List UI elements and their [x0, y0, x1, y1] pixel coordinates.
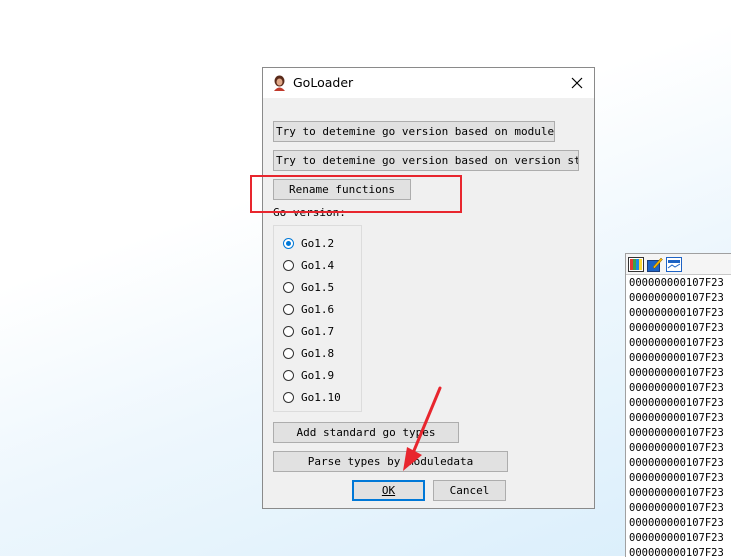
hex-address-line[interactable]: 000000000107F23 [629, 306, 731, 321]
hex-address-line[interactable]: 000000000107F23 [629, 336, 731, 351]
try-version-string-button[interactable]: Try to detemine go version based on vers… [273, 150, 579, 171]
radio-go1-6[interactable]: Go1.6 [283, 300, 334, 318]
radio-go1-4[interactable]: Go1.4 [283, 256, 334, 274]
highlight-rectangle [250, 175, 462, 213]
try-version-string-label: Try to detemine go version based on vers… [276, 154, 579, 167]
hex-address-line[interactable]: 000000000107F23 [629, 381, 731, 396]
version-radio-group: Go1.2 Go1.4 Go1.5 Go1.6 Go1.7 Go1.8 Go1.… [273, 225, 362, 412]
radio-button[interactable] [283, 281, 294, 293]
color-palette-icon[interactable] [628, 256, 644, 272]
hex-address-line[interactable]: 000000000107F23 [629, 411, 731, 426]
hex-address-line[interactable]: 000000000107F23 [629, 486, 731, 501]
radio-label: Go1.7 [301, 324, 335, 338]
radio-go1-8[interactable]: Go1.8 [283, 344, 334, 362]
radio-go1-2[interactable]: Go1.2 [283, 234, 334, 252]
hex-address-line[interactable]: 000000000107F23 [629, 516, 731, 531]
radio-label: Go1.10 [301, 390, 341, 404]
dialog-title: GoLoader [293, 75, 354, 90]
cancel-button[interactable]: Cancel [433, 480, 506, 501]
radio-button[interactable] [283, 259, 294, 271]
ok-label: OK [381, 484, 396, 497]
radio-go1-7[interactable]: Go1.7 [283, 322, 334, 340]
hex-address-line[interactable]: 000000000107F23 [629, 276, 731, 291]
hex-view-panel: 000000000107F23 000000000107F23 00000000… [625, 253, 731, 557]
hex-address-line[interactable]: 000000000107F23 [629, 321, 731, 336]
radio-label: Go1.4 [301, 258, 335, 272]
hex-address-line[interactable]: 000000000107F23 [629, 351, 731, 366]
hex-address-line[interactable]: 000000000107F23 [629, 471, 731, 486]
hex-toolbar [626, 254, 731, 275]
radio-label: Go1.9 [301, 368, 335, 382]
radio-button[interactable] [283, 369, 294, 381]
radio-button[interactable] [283, 303, 294, 315]
radio-go1-9[interactable]: Go1.9 [283, 366, 334, 384]
hex-address-line[interactable]: 000000000107F23 [629, 396, 731, 411]
radio-go1-10[interactable]: Go1.10 [283, 388, 341, 406]
parse-types-label: Parse types by moduledata [307, 455, 474, 468]
hex-address-line[interactable]: 000000000107F23 [629, 546, 731, 557]
hex-address-line[interactable]: 000000000107F23 [629, 291, 731, 306]
close-icon [571, 77, 583, 89]
radio-label: Go1.2 [301, 236, 335, 250]
try-moduledata-button[interactable]: Try to detemine go version based on modu… [273, 121, 555, 142]
parse-types-button[interactable]: Parse types by moduledata [273, 451, 508, 472]
radio-label: Go1.8 [301, 346, 335, 360]
close-button[interactable] [564, 71, 590, 95]
hex-address-line[interactable]: 000000000107F23 [629, 501, 731, 516]
graph-icon[interactable] [666, 256, 682, 272]
hex-address-line[interactable]: 000000000107F23 [629, 441, 731, 456]
app-avatar-icon [271, 74, 288, 91]
arrow-annotation-icon [403, 386, 442, 471]
radio-label: Go1.5 [301, 280, 335, 294]
title-bar[interactable]: GoLoader [263, 68, 594, 98]
ok-button[interactable]: OK [352, 480, 425, 501]
hex-address-line[interactable]: 000000000107F23 [629, 456, 731, 471]
radio-button-checked[interactable] [283, 237, 294, 249]
hex-address-list: 000000000107F23 000000000107F23 00000000… [626, 275, 731, 557]
try-moduledata-label: Try to detemine go version based on modu… [276, 125, 555, 138]
radio-button[interactable] [283, 347, 294, 359]
radio-button[interactable] [283, 391, 294, 403]
hex-address-line[interactable]: 000000000107F23 [629, 426, 731, 441]
radio-go1-5[interactable]: Go1.5 [283, 278, 334, 296]
edit-icon[interactable] [647, 257, 663, 272]
radio-button[interactable] [283, 325, 294, 337]
cancel-label: Cancel [449, 484, 490, 497]
hex-address-line[interactable]: 000000000107F23 [629, 366, 731, 381]
hex-address-line[interactable]: 000000000107F23 [629, 531, 731, 546]
radio-label: Go1.6 [301, 302, 335, 316]
